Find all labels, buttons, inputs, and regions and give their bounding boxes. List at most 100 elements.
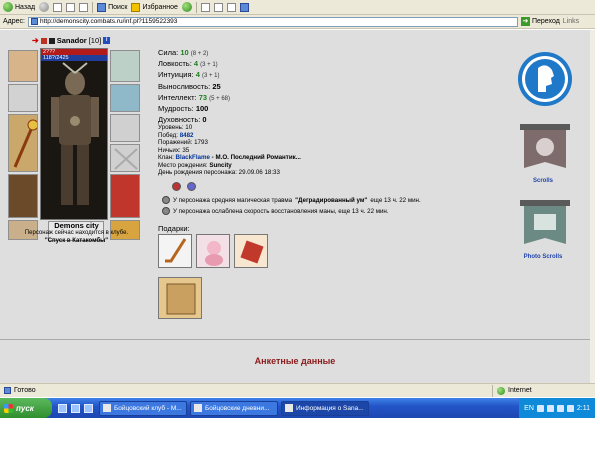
go-button[interactable]: ➜ Переход — [520, 17, 560, 26]
tray-icon[interactable] — [536, 404, 544, 412]
tray-icon[interactable] — [566, 404, 574, 412]
character-level: [10] — [88, 36, 102, 45]
clan-link[interactable]: BlackFlame — [176, 154, 210, 161]
page-icon — [30, 18, 38, 25]
quicklaunch-icon[interactable] — [58, 403, 67, 413]
quicklaunch-icon[interactable] — [71, 403, 80, 413]
photo-scrolls-label[interactable]: Photo Scrolls — [513, 254, 573, 260]
links-label[interactable]: Links — [563, 18, 579, 25]
stat-row: Мудрость: 100 — [158, 104, 209, 114]
character-name: Sanador — [56, 36, 87, 45]
url-text: http://demonscity.combats.ru/inf.pl?1159… — [39, 17, 178, 25]
back-button[interactable]: Назад — [3, 1, 35, 13]
vertical-scrollbar[interactable] — [590, 30, 595, 383]
windows-logo-icon — [4, 403, 13, 413]
warrior-figure-icon — [51, 62, 99, 205]
armor-slot[interactable] — [8, 174, 38, 218]
gift-pouch[interactable] — [234, 234, 268, 268]
scrolls-label[interactable]: Scrolls — [513, 178, 573, 184]
buff-icon[interactable] — [172, 182, 181, 191]
film-banner-icon — [520, 200, 570, 244]
effect-line-mana: У персонажа ослаблена скорость восстанов… — [162, 207, 389, 215]
stats-block: Сила: 10 (8 + 2) Ловкость: 4 (3 + 1) Инт… — [158, 48, 230, 126]
back-arrow-icon — [3, 2, 13, 12]
url-input[interactable]: http://demonscity.combats.ru/inf.pl?1159… — [27, 16, 518, 27]
clock: 2:11 — [576, 404, 590, 412]
history-icon[interactable] — [181, 2, 192, 12]
scrolls-banner[interactable] — [517, 122, 573, 180]
edit-icon[interactable] — [226, 2, 236, 12]
stat-row: Выносливость: 25 — [158, 81, 221, 91]
profile-logo-icon[interactable] — [516, 50, 574, 110]
forward-button[interactable] — [39, 2, 50, 12]
stat-row: Сила: 10 (8 + 2) — [158, 48, 209, 57]
arrow-icon: ➔ — [32, 36, 39, 45]
taskbar-item[interactable]: Бойцовский клуб - М... — [99, 400, 187, 416]
pants-slot[interactable] — [110, 174, 140, 218]
location-text: "Спуск в Катакомбы" — [44, 238, 109, 244]
wins-text: Побед: 8482 — [158, 131, 194, 139]
ring-slot[interactable] — [110, 114, 140, 142]
fist-banner-icon — [520, 124, 570, 168]
stat-row: Интеллект: 73 (5 + 68) — [158, 92, 231, 102]
losses-text: Поражений: 1793 — [158, 139, 208, 146]
gift-plush[interactable] — [196, 234, 230, 268]
birthplace-text: Место рождения: Suncity — [158, 161, 232, 169]
gifts-title: Подарки: — [158, 224, 190, 233]
mail-icon[interactable] — [200, 2, 210, 12]
zone-text: Internet — [508, 387, 532, 394]
clan-emblem-icon[interactable] — [48, 37, 55, 44]
search-button[interactable]: Поиск — [97, 1, 127, 13]
ie-icon — [103, 404, 111, 412]
quick-launch — [52, 403, 99, 413]
taskbar-item-active[interactable]: Информация о Sana... — [281, 400, 369, 416]
status-left: Готово — [0, 387, 492, 394]
messenger-icon[interactable] — [239, 2, 249, 12]
gift-book[interactable] — [158, 277, 202, 319]
search-icon — [97, 2, 107, 12]
helmet-slot[interactable] — [8, 50, 38, 82]
gift-hockey-stick[interactable] — [158, 234, 192, 268]
photo-scrolls-banner[interactable] — [517, 198, 573, 256]
gloves-slot[interactable] — [110, 84, 140, 112]
taskbar-item[interactable]: Бойцовские дневни... — [190, 400, 278, 416]
birthday-text: День рождения персонажа: 29.09.06 18:33 — [158, 169, 280, 176]
amulet-slot[interactable] — [110, 50, 140, 82]
favorites-button[interactable]: Избранное — [131, 1, 178, 13]
stat-row: Интуиция: 4 (3 + 1) — [158, 70, 220, 80]
taskbar: пуск Бойцовский клуб - М... Бойцовские д… — [0, 398, 595, 418]
start-button[interactable]: пуск — [0, 398, 52, 418]
hockey-stick-icon — [165, 238, 187, 263]
effect-line-trauma: У персонажа средняя магическая травма "Де… — [162, 196, 421, 204]
weapon-slot[interactable] — [8, 114, 38, 172]
buff-icons — [172, 182, 196, 191]
trauma-icon — [162, 196, 170, 204]
screenshot: Назад Поиск Избранное Адрес: http://demo… — [0, 0, 595, 418]
head-silhouette-icon — [518, 52, 572, 106]
character-avatar[interactable]: 2??? 118?/2425 — [40, 48, 108, 220]
page-content: ➔ Sanador [10] i 2??? 118?/2425 Demons c… — [0, 30, 590, 383]
buff-icon[interactable] — [187, 182, 196, 191]
stop-icon[interactable] — [53, 2, 63, 12]
level-text: Уровень: 10 — [158, 124, 193, 131]
print-icon[interactable] — [213, 2, 223, 12]
staff-icon — [13, 119, 37, 168]
language-indicator[interactable]: EN — [524, 405, 534, 412]
refresh-icon[interactable] — [66, 2, 76, 12]
quicklaunch-icon[interactable] — [84, 403, 93, 413]
shield-slot[interactable] — [110, 144, 140, 172]
go-arrow-icon: ➜ — [520, 17, 530, 26]
globe-icon — [497, 386, 505, 395]
system-tray: EN 2:11 — [519, 398, 595, 418]
page-loaded-icon — [4, 387, 11, 394]
info-icon[interactable]: i — [103, 37, 111, 44]
status-text: Готово — [14, 387, 36, 394]
pouch-icon — [240, 240, 264, 264]
star-icon — [131, 2, 141, 12]
bracer-slot[interactable] — [8, 84, 38, 112]
ie-icon — [285, 404, 293, 412]
home-icon[interactable] — [79, 2, 89, 12]
crossed-swords-icon — [114, 148, 138, 170]
tray-icon[interactable] — [556, 404, 564, 412]
tray-icon[interactable] — [546, 404, 554, 412]
